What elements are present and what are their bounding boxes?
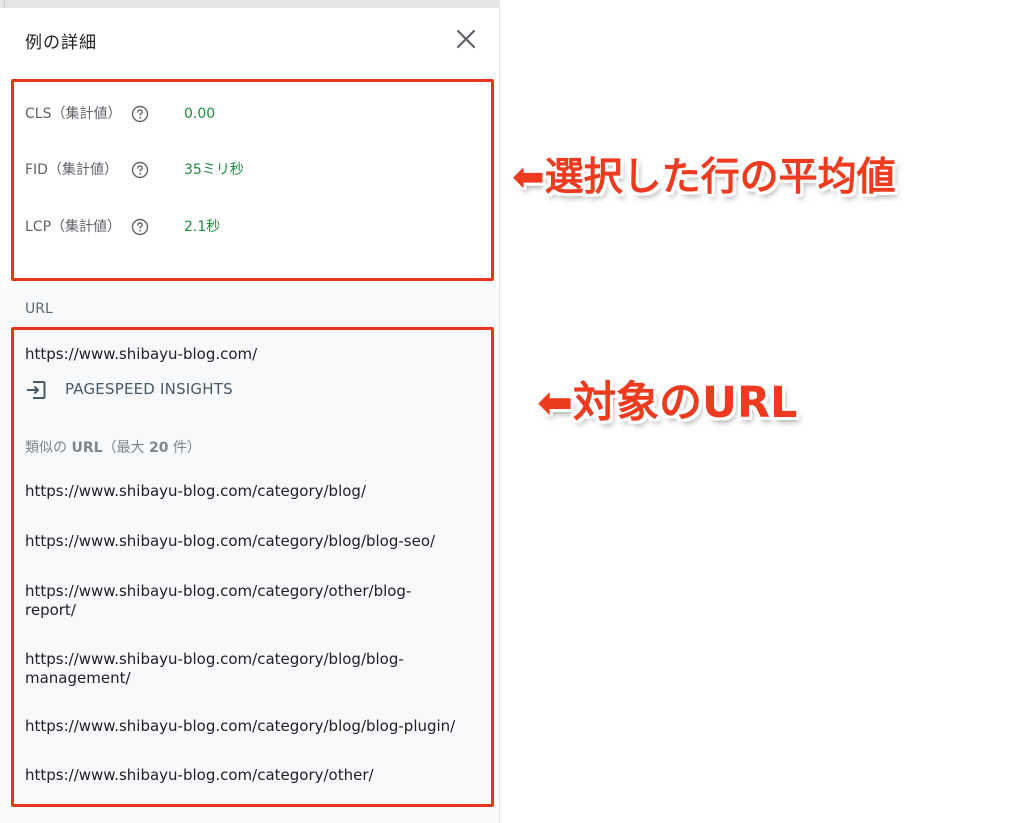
top-strip (0, 0, 499, 8)
panel-title: 例の詳細 (25, 33, 97, 53)
annotation-callout-url: ⬅対象のURL (537, 378, 798, 428)
screenshot-stage: 例の詳細 CLS（集計値） 0.00 FID（集計値） 35ミリ秒 LCP（集計… (0, 0, 1024, 823)
url-section-label: URL (25, 301, 53, 317)
annotation-box-urls (11, 327, 494, 807)
panel-header: 例の詳細 (0, 8, 499, 68)
close-button[interactable] (451, 24, 481, 54)
annotation-callout-average: ⬅選択した行の平均値 (512, 155, 896, 200)
annotation-box-metrics (11, 79, 494, 281)
close-icon (456, 29, 476, 49)
